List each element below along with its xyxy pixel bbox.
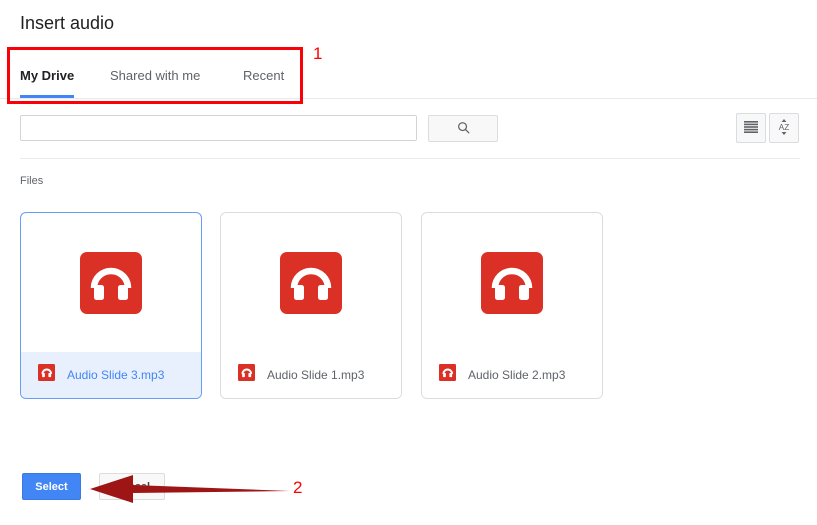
sort-az-icon: AZ <box>775 118 793 139</box>
file-thumbnail <box>221 213 401 352</box>
file-card[interactable]: Audio Slide 3.mp3 <box>20 212 202 399</box>
file-thumbnail <box>21 213 201 352</box>
search-button[interactable] <box>428 115 498 142</box>
audio-file-icon <box>280 251 342 314</box>
audio-file-icon <box>38 364 55 386</box>
page-title: Insert audio <box>20 13 115 33</box>
tab-active-indicator <box>20 95 75 98</box>
tab-my-drive[interactable]: My Drive <box>20 53 75 98</box>
files-section-label: Files <box>20 175 44 187</box>
tab-recent[interactable]: Recent <box>243 53 284 98</box>
file-name: Audio Slide 1.mp3 <box>267 368 365 382</box>
file-card-footer: Audio Slide 2.mp3 <box>422 352 602 398</box>
tab-my-drive-label: My Drive <box>20 68 75 83</box>
select-button[interactable]: Select <box>22 473 81 500</box>
list-view-button[interactable] <box>736 113 766 143</box>
file-card[interactable]: Audio Slide 1.mp3 <box>220 212 402 399</box>
sort-az-button[interactable]: AZ <box>769 113 799 143</box>
audio-file-icon <box>80 251 142 314</box>
tab-shared-with-me[interactable]: Shared with me <box>110 53 200 98</box>
list-view-icon <box>744 120 758 136</box>
tab-shared-with-me-label: Shared with me <box>110 68 201 83</box>
tab-recent-label: Recent <box>243 68 285 83</box>
file-card-footer: Audio Slide 1.mp3 <box>221 352 401 398</box>
file-thumbnail <box>422 213 602 352</box>
file-card-footer: Audio Slide 3.mp3 <box>21 352 201 398</box>
search-icon <box>456 120 471 138</box>
audio-file-icon <box>238 364 255 386</box>
section-divider <box>20 158 800 159</box>
svg-text:AZ: AZ <box>779 123 789 132</box>
cancel-button[interactable]: Cancel <box>99 473 165 500</box>
file-grid: Audio Slide 3.mp3 Audio Slide 1.mp3 Audi… <box>20 212 620 400</box>
audio-file-icon <box>481 251 543 314</box>
file-card[interactable]: Audio Slide 2.mp3 <box>421 212 603 399</box>
audio-file-icon <box>439 364 456 386</box>
tab-strip: My Drive Shared with me Recent <box>0 53 817 99</box>
annotation-number-2: 2 <box>293 478 303 497</box>
search-input[interactable] <box>20 115 417 141</box>
file-name: Audio Slide 2.mp3 <box>468 368 566 382</box>
file-name: Audio Slide 3.mp3 <box>67 368 165 382</box>
